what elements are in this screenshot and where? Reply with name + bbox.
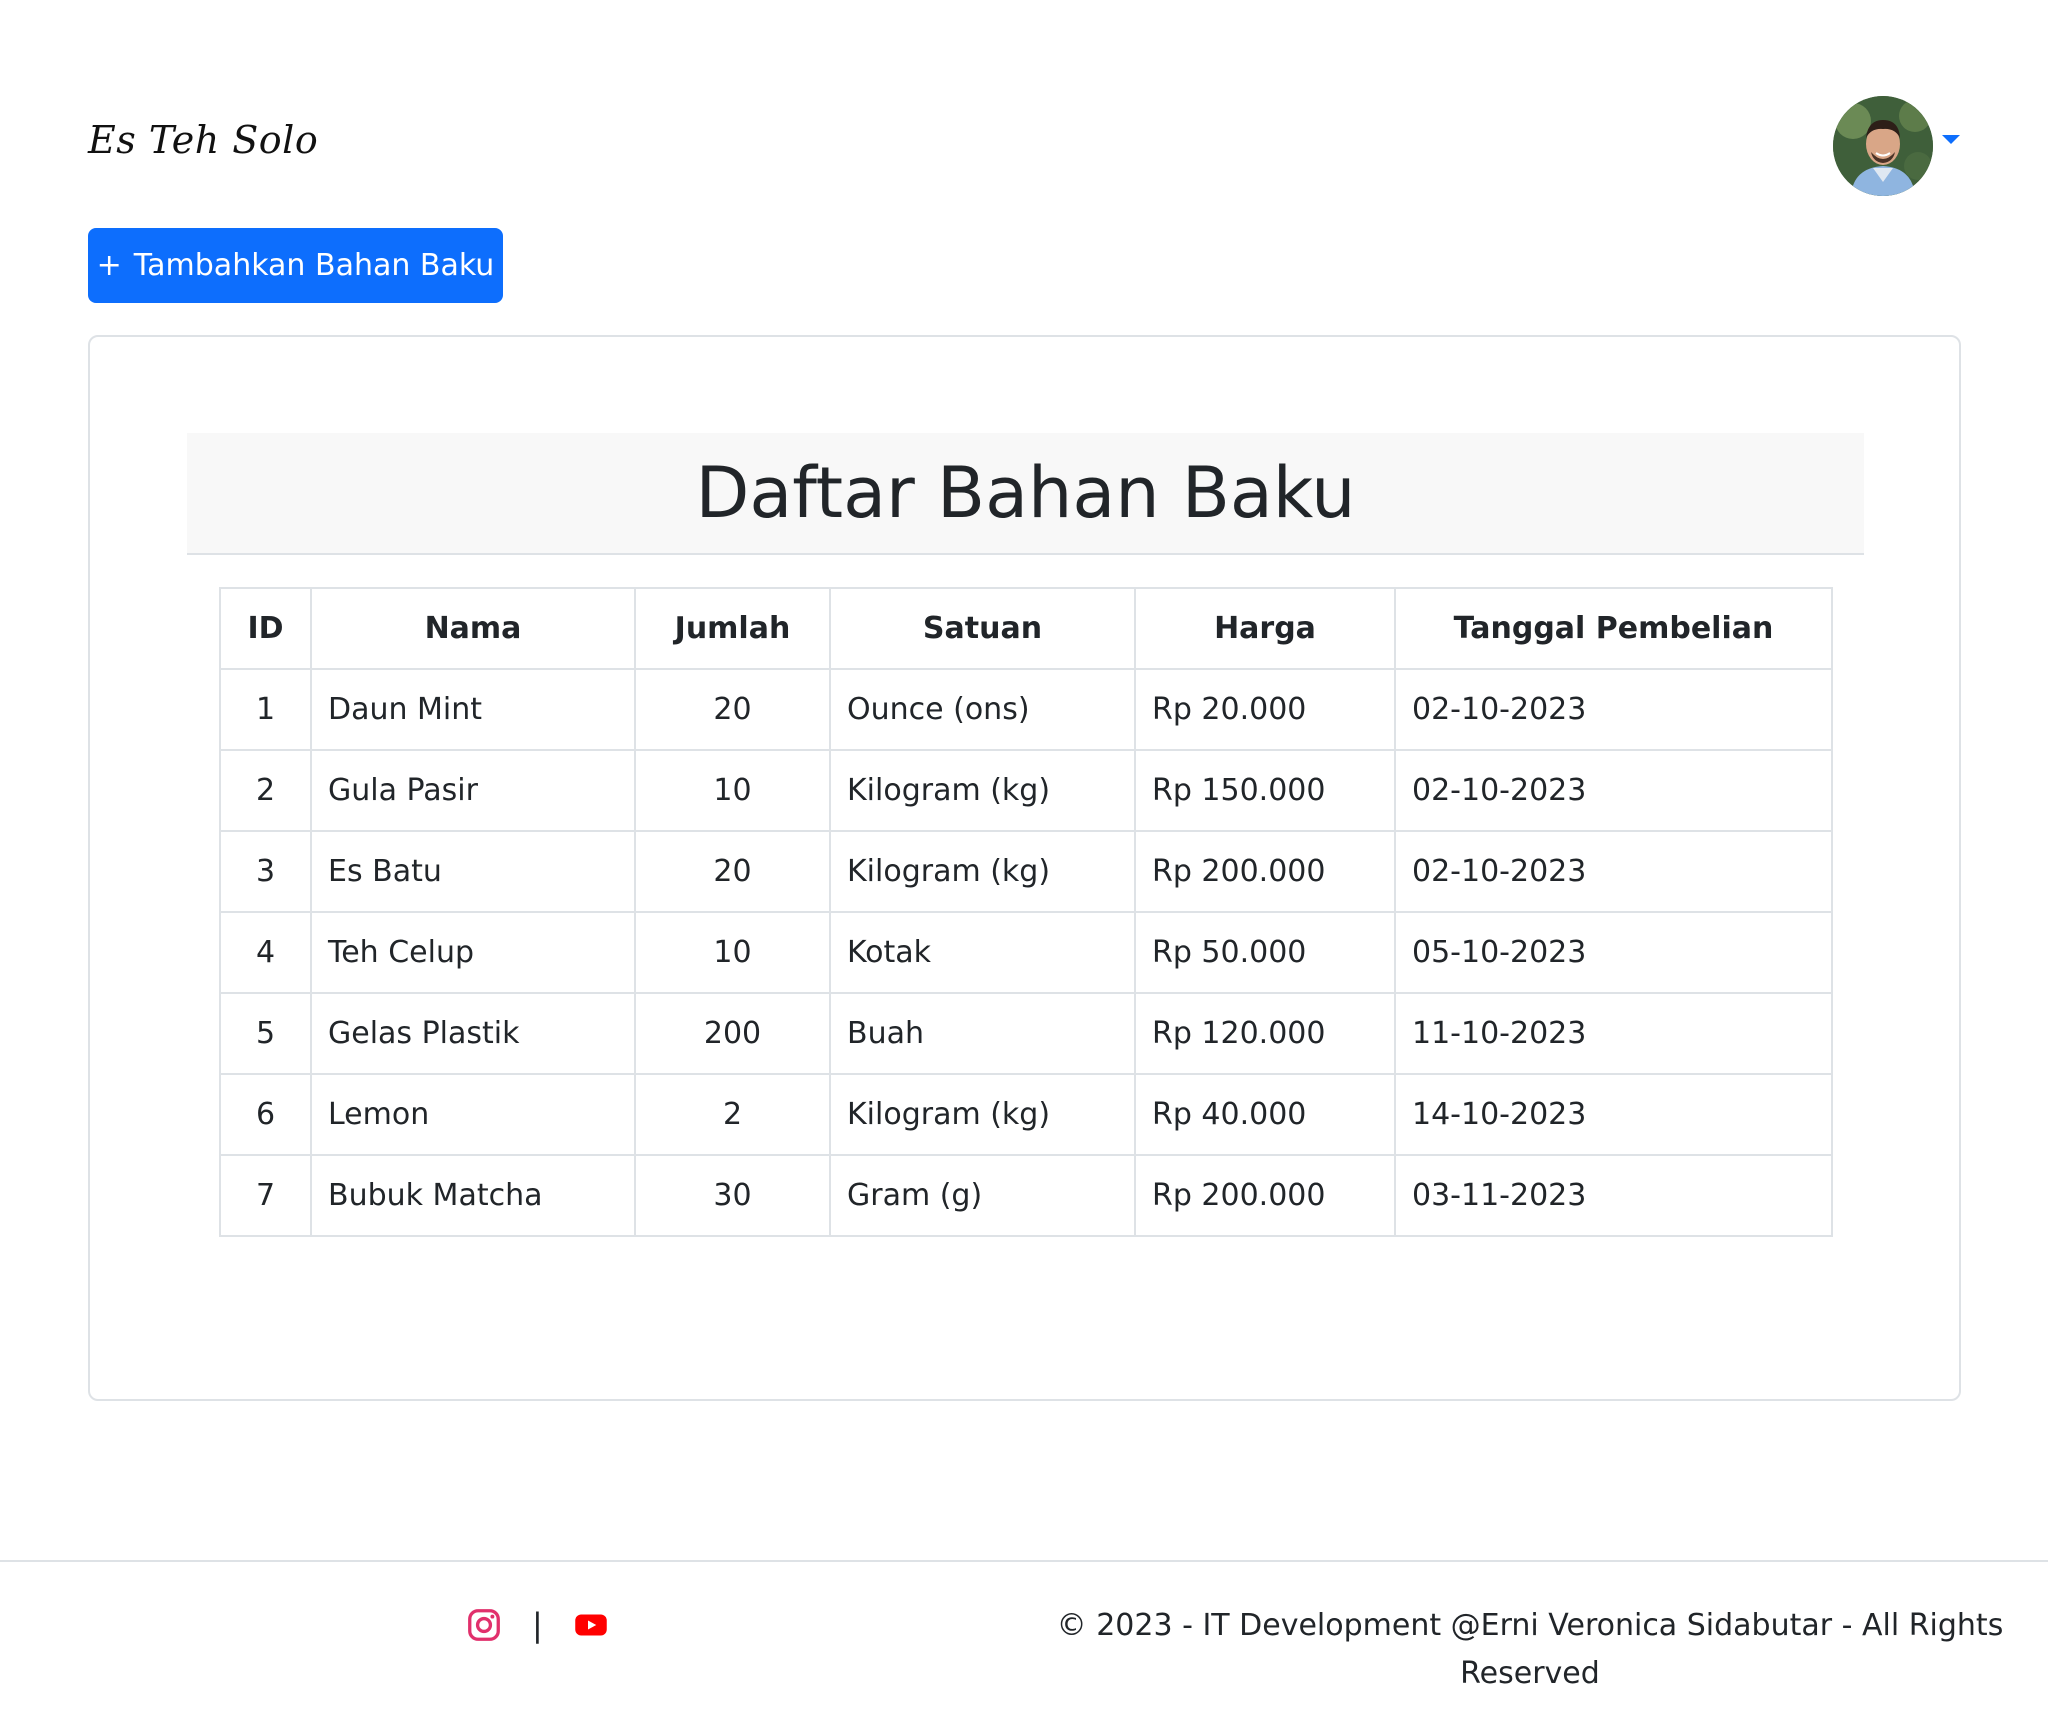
instagram-icon[interactable] (466, 1607, 502, 1643)
cell-tanggal: 05-10-2023 (1394, 911, 1833, 994)
cell-satuan: Buah (829, 992, 1136, 1075)
bahan-baku-card: Daftar Bahan Baku ID Nama Jumlah Satuan … (88, 335, 1961, 1401)
brand-logo[interactable]: Es Teh Solo (88, 118, 318, 162)
cell-id: 2 (219, 749, 312, 832)
cell-id: 5 (219, 992, 312, 1075)
footer: | © 2023 - IT Development @Erni Veronica… (0, 1560, 2048, 1720)
copyright-text: © 2023 - IT Development @Erni Veronica S… (1056, 1608, 2004, 1691)
cell-tanggal: 02-10-2023 (1394, 830, 1833, 913)
column-header-id: ID (219, 587, 312, 670)
cell-jumlah: 20 (634, 668, 831, 751)
cell-satuan: Gram (g) (829, 1154, 1136, 1237)
table-header-row: ID Nama Jumlah Satuan Harga Tanggal Pemb… (219, 587, 1833, 670)
cell-tanggal: 14-10-2023 (1394, 1073, 1833, 1156)
table-row: 4 Teh Celup 10 Kotak Rp 50.000 05-10-202… (219, 911, 1833, 994)
cell-jumlah: 2 (634, 1073, 831, 1156)
cell-jumlah: 10 (634, 749, 831, 832)
cell-harga: Rp 150.000 (1134, 749, 1396, 832)
column-header-tanggal: Tanggal Pembelian (1394, 587, 1833, 670)
table-row: 1 Daun Mint 20 Ounce (ons) Rp 20.000 02-… (219, 668, 1833, 751)
cell-tanggal: 02-10-2023 (1394, 668, 1833, 751)
cell-tanggal: 03-11-2023 (1394, 1154, 1833, 1237)
user-avatar[interactable] (1833, 96, 1933, 196)
add-button-label: Tambahkan Bahan Baku (133, 248, 495, 283)
table-row: 2 Gula Pasir 10 Kilogram (kg) Rp 150.000… (219, 749, 1833, 832)
cell-id: 3 (219, 830, 312, 913)
cell-nama: Daun Mint (310, 668, 636, 751)
bahan-baku-table: ID Nama Jumlah Satuan Harga Tanggal Pemb… (219, 587, 1833, 1237)
social-links: | (466, 1606, 609, 1644)
table-row: 3 Es Batu 20 Kilogram (kg) Rp 200.000 02… (219, 830, 1833, 913)
table-row: 6 Lemon 2 Kilogram (kg) Rp 40.000 14-10-… (219, 1073, 1833, 1156)
cell-satuan: Kilogram (kg) (829, 749, 1136, 832)
page: Es Teh Solo + Tambahkan Bahan Baku Dafta… (0, 0, 2048, 1720)
plus-icon: + (96, 248, 122, 283)
table-row: 7 Bubuk Matcha 30 Gram (g) Rp 200.000 03… (219, 1154, 1833, 1237)
cell-satuan: Ounce (ons) (829, 668, 1136, 751)
column-header-satuan: Satuan (829, 587, 1136, 670)
add-bahan-baku-button[interactable]: + Tambahkan Bahan Baku (88, 228, 503, 303)
cell-id: 4 (219, 911, 312, 994)
cell-jumlah: 10 (634, 911, 831, 994)
cell-harga: Rp 120.000 (1134, 992, 1396, 1075)
cell-jumlah: 30 (634, 1154, 831, 1237)
cell-id: 1 (219, 668, 312, 751)
cell-satuan: Kilogram (kg) (829, 830, 1136, 913)
column-header-jumlah: Jumlah (634, 587, 831, 670)
cell-id: 7 (219, 1154, 312, 1237)
page-title: Daftar Bahan Baku (695, 452, 1356, 534)
column-header-nama: Nama (310, 587, 636, 670)
cell-satuan: Kotak (829, 911, 1136, 994)
cell-harga: Rp 40.000 (1134, 1073, 1396, 1156)
avatar-photo (1833, 96, 1933, 196)
cell-harga: Rp 20.000 (1134, 668, 1396, 751)
cell-nama: Es Batu (310, 830, 636, 913)
cell-satuan: Kilogram (kg) (829, 1073, 1136, 1156)
caret-down-icon[interactable] (1942, 135, 1960, 144)
cell-id: 6 (219, 1073, 312, 1156)
youtube-icon[interactable] (573, 1607, 609, 1643)
cell-tanggal: 02-10-2023 (1394, 749, 1833, 832)
cell-nama: Lemon (310, 1073, 636, 1156)
cell-tanggal: 11-10-2023 (1394, 992, 1833, 1075)
cell-harga: Rp 50.000 (1134, 911, 1396, 994)
cell-nama: Bubuk Matcha (310, 1154, 636, 1237)
cell-harga: Rp 200.000 (1134, 830, 1396, 913)
card-header: Daftar Bahan Baku (187, 433, 1864, 555)
social-separator: | (532, 1606, 543, 1644)
cell-nama: Gelas Plastik (310, 992, 636, 1075)
cell-jumlah: 200 (634, 992, 831, 1075)
table-row: 5 Gelas Plastik 200 Buah Rp 120.000 11-1… (219, 992, 1833, 1075)
cell-nama: Gula Pasir (310, 749, 636, 832)
cell-nama: Teh Celup (310, 911, 636, 994)
cell-harga: Rp 200.000 (1134, 1154, 1396, 1237)
cell-jumlah: 20 (634, 830, 831, 913)
column-header-harga: Harga (1134, 587, 1396, 670)
